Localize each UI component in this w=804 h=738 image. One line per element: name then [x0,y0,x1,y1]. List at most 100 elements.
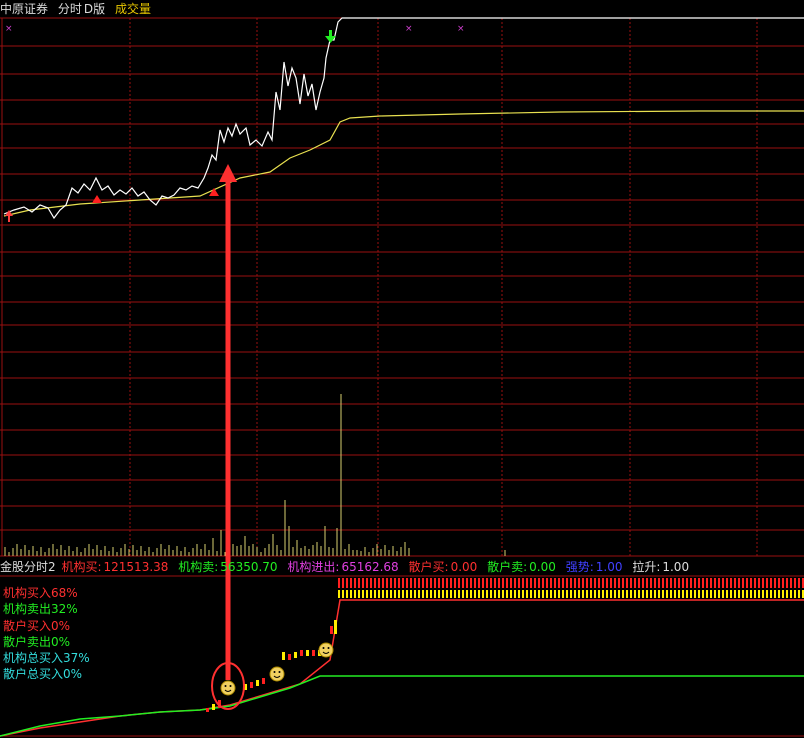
buy-bar-red [550,578,552,588]
up-arrow-icon [92,195,102,203]
signal-bar [262,678,265,684]
inst-net-label: 机构进出: [287,560,340,574]
intraday-chart: × × × [0,17,804,737]
buy-bar-red [626,578,628,588]
buy-bar-red [682,578,684,588]
buy-bar-red [738,578,740,588]
buy-bar-yellow [790,590,792,598]
smiley-eye [229,685,232,687]
smiley-face [318,642,334,658]
buy-bar-yellow [342,590,344,598]
buy-bar-red [678,578,680,588]
signal-bar [330,626,333,634]
buy-bar-red [402,578,404,588]
price-line [3,17,804,220]
buy-bar-red [710,578,712,588]
buy-bar-yellow [646,590,648,598]
buy-bar-yellow [706,590,708,598]
buy-bar-red [770,578,772,588]
buy-bar-red [590,578,592,588]
buy-bar-red [658,578,660,588]
buy-bar-yellow [386,590,388,598]
buy-bar-red [406,578,408,588]
buy-bar-red [370,578,372,588]
pull-value: 1.00 [662,560,690,574]
buy-bar-red [622,578,624,588]
buy-bar-red [526,578,528,588]
up-arrow-icon [8,216,10,222]
buy-bar-yellow [618,590,620,598]
indicator-panel [0,578,804,737]
buy-bar-yellow [758,590,760,598]
buy-bar-red [374,578,376,588]
buy-bar-yellow [726,590,728,598]
buy-bar-red [758,578,760,588]
signal-bar [212,704,215,710]
buy-bar-red [798,578,800,588]
buy-bar-yellow [438,590,440,598]
signal-bar [282,652,285,660]
buy-bar-yellow [702,590,704,598]
buy-bar-red [426,578,428,588]
buy-bar-yellow [682,590,684,598]
buy-bar-red [694,578,696,588]
buy-bar-red [450,578,452,588]
buy-bar-yellow [370,590,372,598]
signal-bar [250,682,253,688]
buy-bar-red [382,578,384,588]
retail-sell-label: 散户卖: [487,560,528,574]
buy-bar-yellow [590,590,592,598]
pull-label: 拉升: [632,560,661,574]
buy-bar-red [730,578,732,588]
buy-bar-red [574,578,576,588]
buy-bar-red [586,578,588,588]
buy-bar-yellow [570,590,572,598]
legend-inst-sell: 机构卖出32% [3,602,78,617]
buy-bar-yellow [442,590,444,598]
buy-bar-yellow [774,590,776,598]
buy-bar-yellow [434,590,436,598]
buy-bar-yellow [742,590,744,598]
indicator-name[interactable]: 金股分时2 [0,560,56,574]
strength-label: 强势: [565,560,594,574]
buy-bar-yellow [630,590,632,598]
buy-bar-yellow [730,590,732,598]
buy-bar-red [558,578,560,588]
buy-bar-red [438,578,440,588]
buy-bar-yellow [566,590,568,598]
smiley-eye [322,647,325,649]
buy-bar-yellow [798,590,800,598]
smiley-eye [273,671,276,673]
buy-bar-red [742,578,744,588]
signal-bar [294,652,297,658]
buy-bar-yellow [478,590,480,598]
buy-bar-yellow [398,590,400,598]
buy-bar-red [762,578,764,588]
volume-label[interactable]: 成交量 [115,2,151,16]
buy-bar-red [614,578,616,588]
smiley-icon [318,642,334,658]
buy-bar-red [566,578,568,588]
buy-bar-red [522,578,524,588]
buy-bar-yellow [598,590,600,598]
buy-bar-red [394,578,396,588]
buy-bar-red [470,578,472,588]
version-label: D版 [83,2,106,16]
buy-bar-red [706,578,708,588]
buy-bar-red [662,578,664,588]
period-tab[interactable]: 分时 [58,2,82,16]
buy-bar-yellow [506,590,508,598]
buy-bar-red [630,578,632,588]
buy-bar-yellow [466,590,468,598]
buy-bar-yellow [734,590,736,598]
buy-bar-red [518,578,520,588]
buy-bar-yellow [510,590,512,598]
buy-bar-red [610,578,612,588]
buy-bar-yellow [422,590,424,598]
buy-bar-red [562,578,564,588]
buy-bar-red [746,578,748,588]
buy-bar-yellow [446,590,448,598]
up-arrow-icon [209,188,219,196]
buy-bar-yellow [594,590,596,598]
buy-bar-yellow [614,590,616,598]
